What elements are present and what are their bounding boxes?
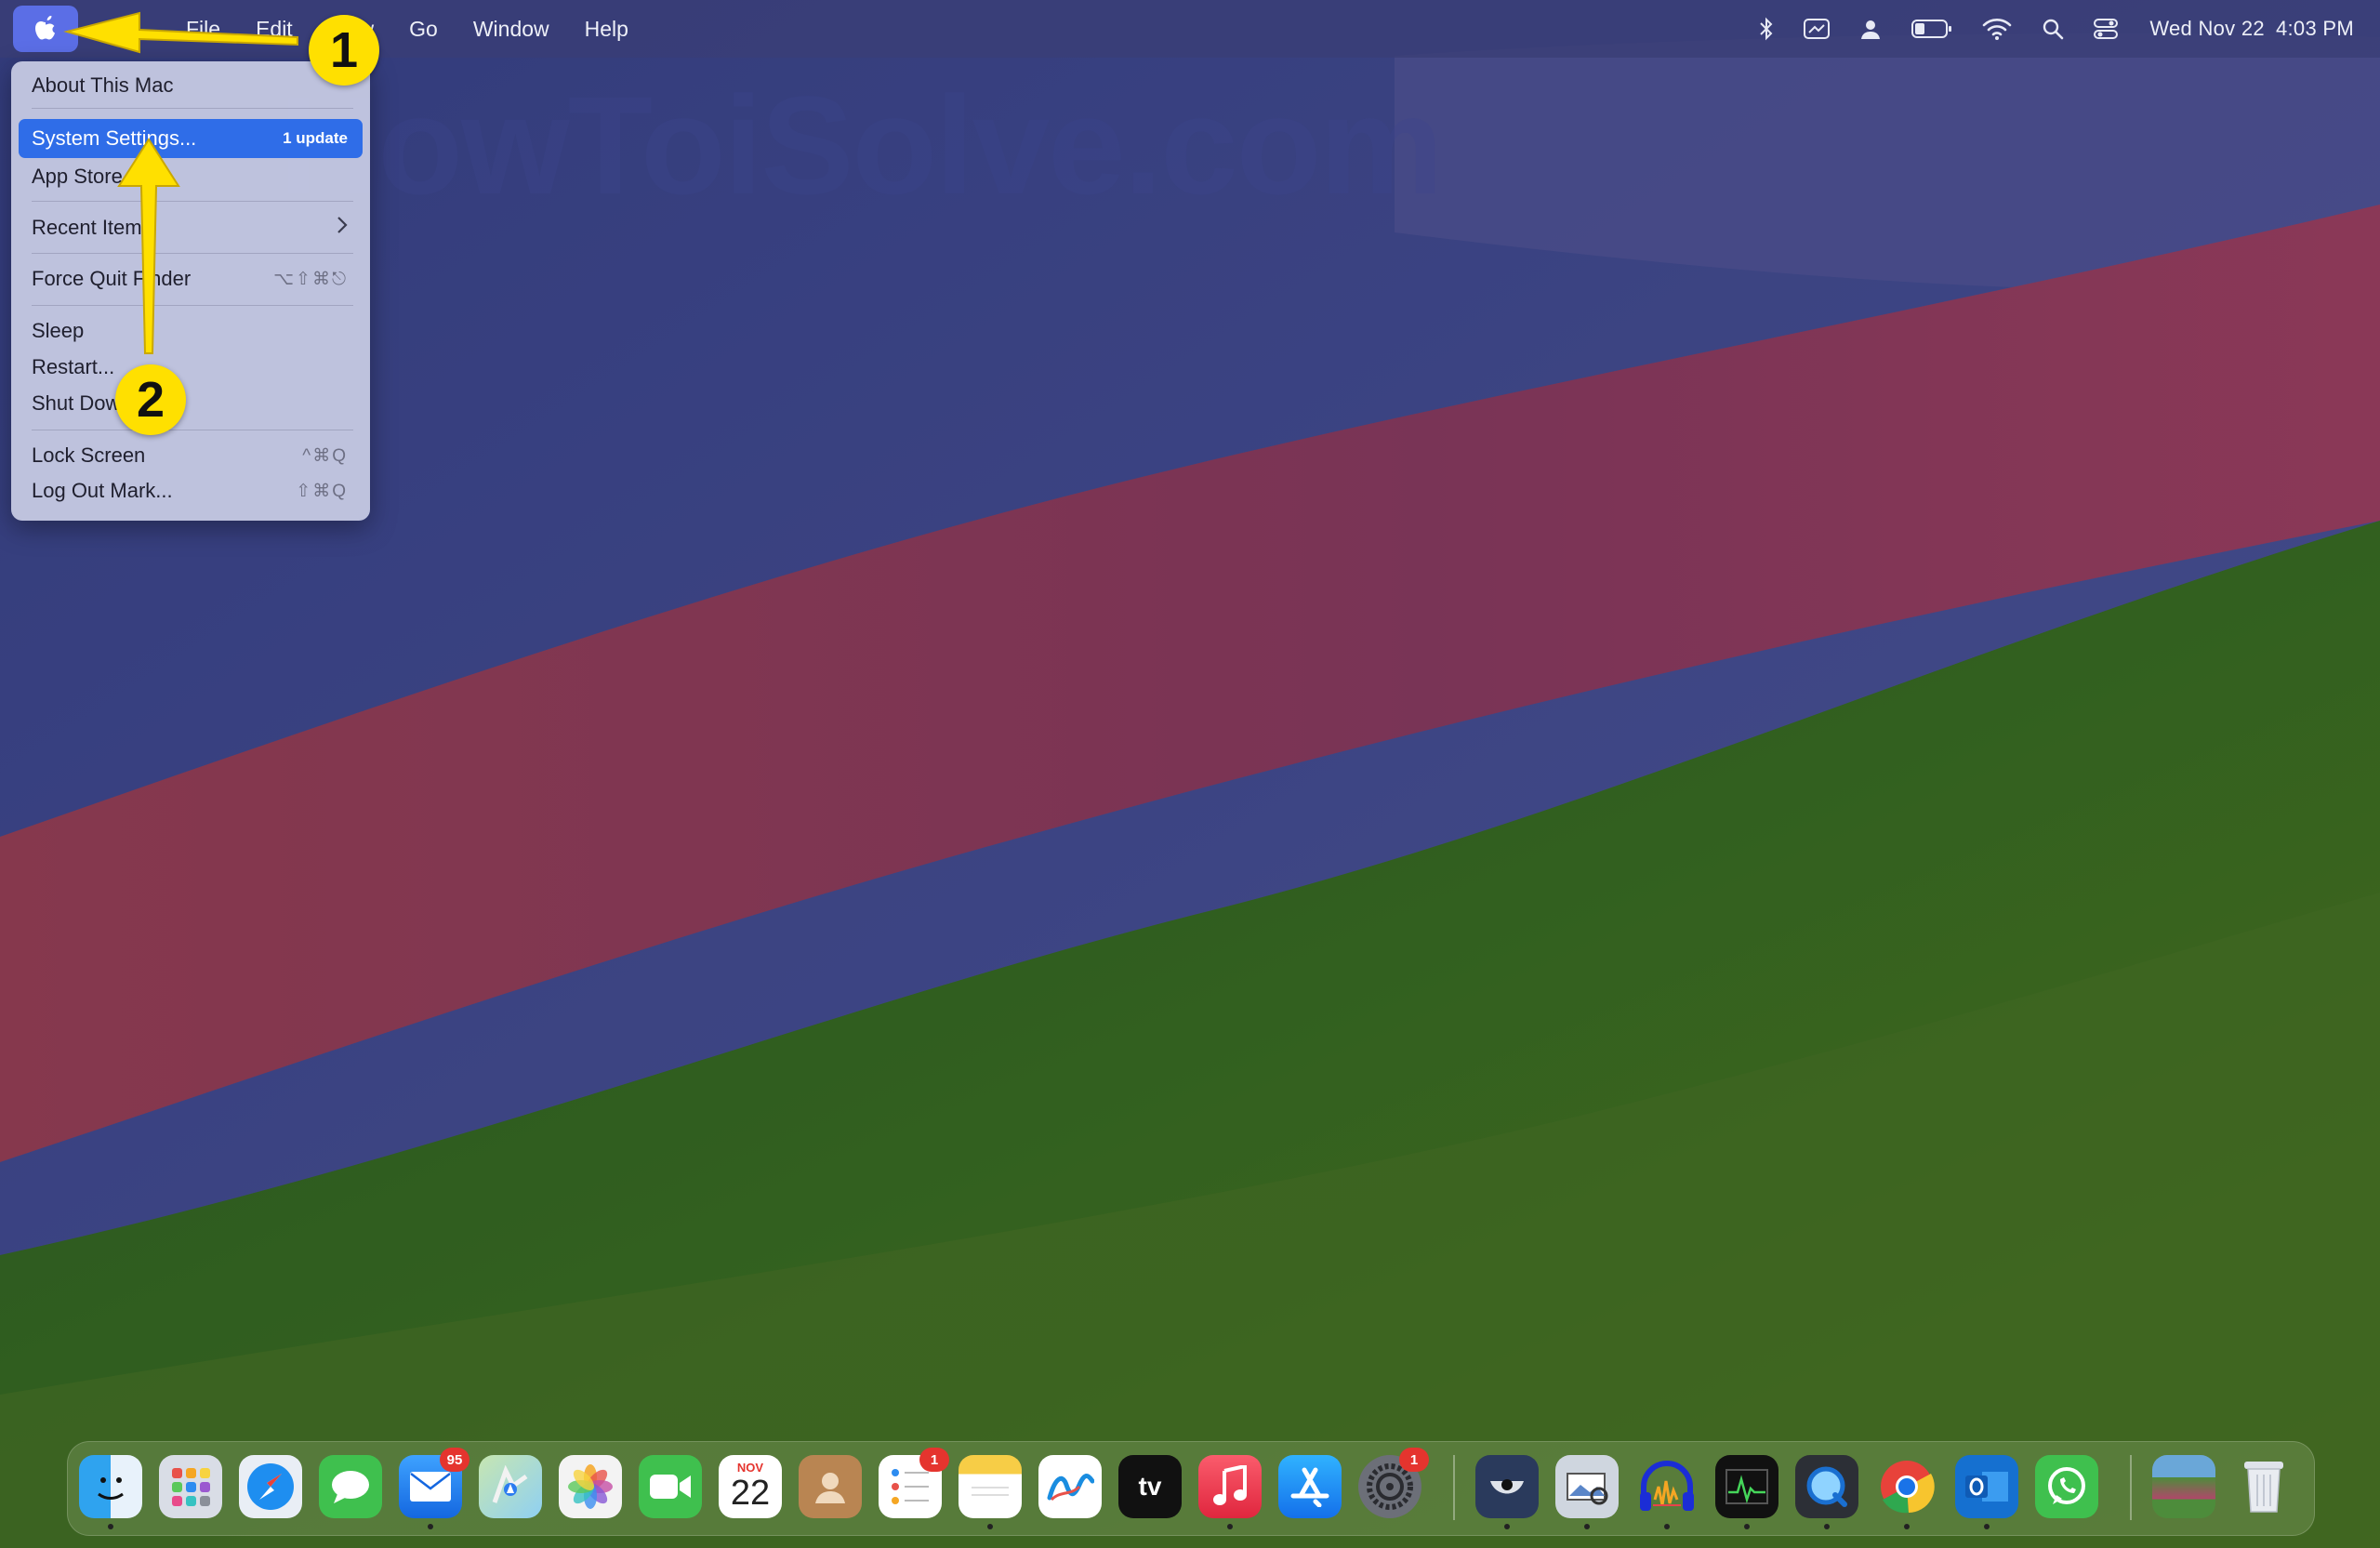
- arrow-2-icon: [117, 138, 180, 354]
- app-store-icon[interactable]: [1278, 1455, 1342, 1518]
- folder-icon[interactable]: [2152, 1455, 2215, 1518]
- search-icon[interactable]: [2042, 18, 2064, 40]
- running-indicator: [1584, 1524, 1590, 1529]
- maps-icon[interactable]: [479, 1455, 542, 1518]
- screenshot-icon[interactable]: [1804, 18, 1831, 40]
- quicktime-icon[interactable]: [1795, 1455, 1858, 1518]
- photos-icon[interactable]: [559, 1455, 622, 1518]
- running-indicator: [1227, 1524, 1233, 1529]
- freeform-icon[interactable]: [1038, 1455, 1102, 1518]
- step-2-callout: 2: [115, 364, 186, 435]
- trash-icon[interactable]: [2232, 1455, 2295, 1518]
- music-icon[interactable]: [1198, 1455, 1262, 1518]
- shortcut-label: ⇧⌘Q: [296, 481, 348, 501]
- step-1-callout: 1: [309, 15, 379, 86]
- status-area: Wed Nov 22 4:03 PM: [1729, 0, 2354, 58]
- tv-label: tv: [1138, 1472, 1162, 1501]
- messages-icon[interactable]: [319, 1455, 382, 1518]
- running-indicator: [1984, 1524, 1990, 1529]
- chrome-icon[interactable]: [1875, 1455, 1938, 1518]
- arrow-1-icon: [63, 11, 298, 54]
- dock-separator: [1453, 1455, 1455, 1520]
- preview-icon[interactable]: [1555, 1455, 1619, 1518]
- apple-tv-icon[interactable]: tv: [1118, 1455, 1182, 1518]
- watermark: HowToiSolve.com: [279, 67, 1444, 223]
- menu-item-label: Log Out Mark...: [32, 479, 173, 502]
- reminders-badge: 1: [919, 1448, 949, 1472]
- cleaner-icon[interactable]: [1475, 1455, 1539, 1518]
- running-indicator: [1824, 1524, 1830, 1529]
- clock-time[interactable]: 4:03 PM: [2276, 17, 2354, 41]
- mail-icon[interactable]: 95: [399, 1448, 469, 1518]
- dock: 95 NOV 22 1 tv 1: [67, 1441, 2315, 1536]
- audio-icon[interactable]: [1635, 1455, 1699, 1518]
- mail-badge: 95: [440, 1448, 469, 1472]
- settings-badge: 1: [1399, 1448, 1429, 1472]
- menu-go[interactable]: Go: [409, 17, 438, 42]
- dock-separator: [2130, 1455, 2132, 1520]
- system-settings-icon[interactable]: 1: [1358, 1448, 1429, 1518]
- whatsapp-icon[interactable]: [2035, 1455, 2098, 1518]
- menu-item-shut-down[interactable]: Shut Down...: [19, 387, 363, 420]
- menu-help[interactable]: Help: [585, 17, 628, 42]
- contacts-icon[interactable]: [799, 1455, 862, 1518]
- menu-item-log-out[interactable]: Log Out Mark... ⇧⌘Q: [19, 474, 363, 508]
- battery-icon[interactable]: [1911, 19, 1952, 39]
- shortcut-label: ^⌘Q: [302, 445, 348, 466]
- bluetooth-icon[interactable]: [1759, 17, 1774, 41]
- calendar-icon[interactable]: NOV 22: [719, 1455, 782, 1518]
- running-indicator: [1504, 1524, 1510, 1529]
- running-indicator: [1744, 1524, 1750, 1529]
- safari-icon[interactable]: [239, 1455, 302, 1518]
- running-indicator: [987, 1524, 993, 1529]
- running-indicator: [1664, 1524, 1670, 1529]
- wifi-icon[interactable]: [1982, 18, 2012, 40]
- control-center-icon[interactable]: [2094, 18, 2119, 40]
- facetime-icon[interactable]: [639, 1455, 702, 1518]
- running-indicator: [108, 1524, 113, 1529]
- calendar-day: 22: [730, 1474, 771, 1513]
- outlook-icon[interactable]: [1955, 1455, 2018, 1518]
- activity-monitor-icon[interactable]: [1715, 1455, 1778, 1518]
- calendar-month: NOV: [736, 1461, 764, 1475]
- reminders-icon[interactable]: 1: [879, 1448, 949, 1518]
- menu-item-label: Lock Screen: [32, 443, 146, 467]
- clock-date[interactable]: Wed Nov 22: [2149, 17, 2265, 41]
- running-indicator: [1904, 1524, 1910, 1529]
- menu-item-lock-screen[interactable]: Lock Screen ^⌘Q: [19, 439, 363, 472]
- menu-window[interactable]: Window: [473, 17, 549, 42]
- finder-icon[interactable]: [79, 1455, 142, 1518]
- user-icon[interactable]: [1859, 18, 1882, 40]
- launchpad-icon[interactable]: [159, 1455, 222, 1518]
- notes-icon[interactable]: [959, 1455, 1022, 1518]
- running-indicator: [428, 1524, 433, 1529]
